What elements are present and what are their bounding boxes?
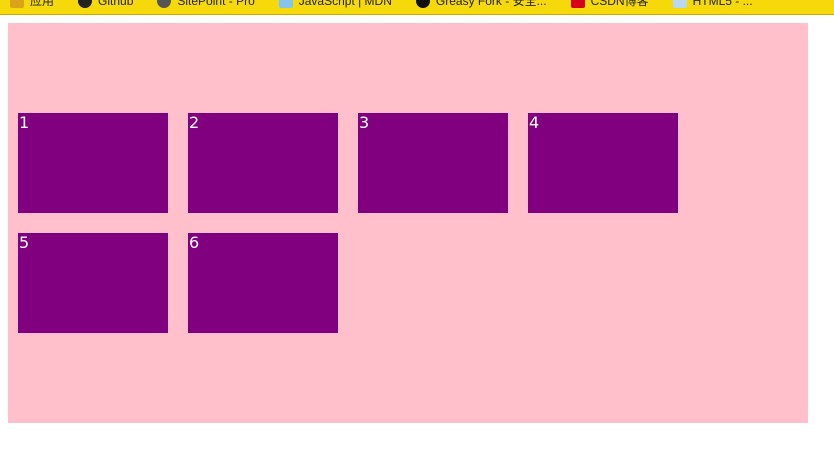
bookmark-label: HTML5 - ...: [692, 0, 753, 8]
bookmark-github[interactable]: Github: [68, 0, 147, 8]
bookmark-label: JavaScript | MDN: [298, 0, 392, 8]
bookmark-apps[interactable]: 应用: [0, 0, 68, 8]
flex-box-2: 2: [188, 113, 338, 213]
bookmark-label: 应用: [30, 0, 55, 8]
flex-box-6: 6: [188, 233, 338, 333]
bookmarks-bar: 应用 Github SitePoint - Pro JavaScript | M…: [0, 0, 834, 15]
apps-folder-icon: [10, 0, 24, 8]
yinyang-icon: [415, 0, 430, 8]
bookmark-label: Github: [98, 0, 134, 8]
settings-icon: [157, 0, 172, 8]
csdn-icon: [570, 0, 585, 8]
bookmark-csdn[interactable]: CSDN博客: [561, 0, 663, 8]
flex-box-3: 3: [358, 113, 508, 213]
bookmark-greasyfork[interactable]: Greasy Fork - 安全...: [406, 0, 561, 8]
bookmark-html5[interactable]: HTML5 - ...: [663, 0, 767, 8]
bookmark-mdn[interactable]: JavaScript | MDN: [269, 0, 406, 8]
w3c-icon: [672, 0, 687, 8]
bookmark-sitepoint[interactable]: SitePoint - Pro: [147, 0, 268, 8]
mdn-icon: [278, 0, 293, 8]
flex-container: 1 2 3 4 5 6: [8, 23, 808, 423]
github-icon: [78, 0, 93, 8]
flex-box-5: 5: [18, 233, 168, 333]
flex-box-1: 1: [18, 113, 168, 213]
bookmark-label: SitePoint - Pro: [177, 0, 255, 8]
bookmark-label: CSDN博客: [590, 0, 649, 8]
bookmark-label: Greasy Fork - 安全...: [435, 0, 547, 8]
box-grid: 1 2 3 4 5 6: [8, 103, 708, 343]
flex-box-4: 4: [528, 113, 678, 213]
